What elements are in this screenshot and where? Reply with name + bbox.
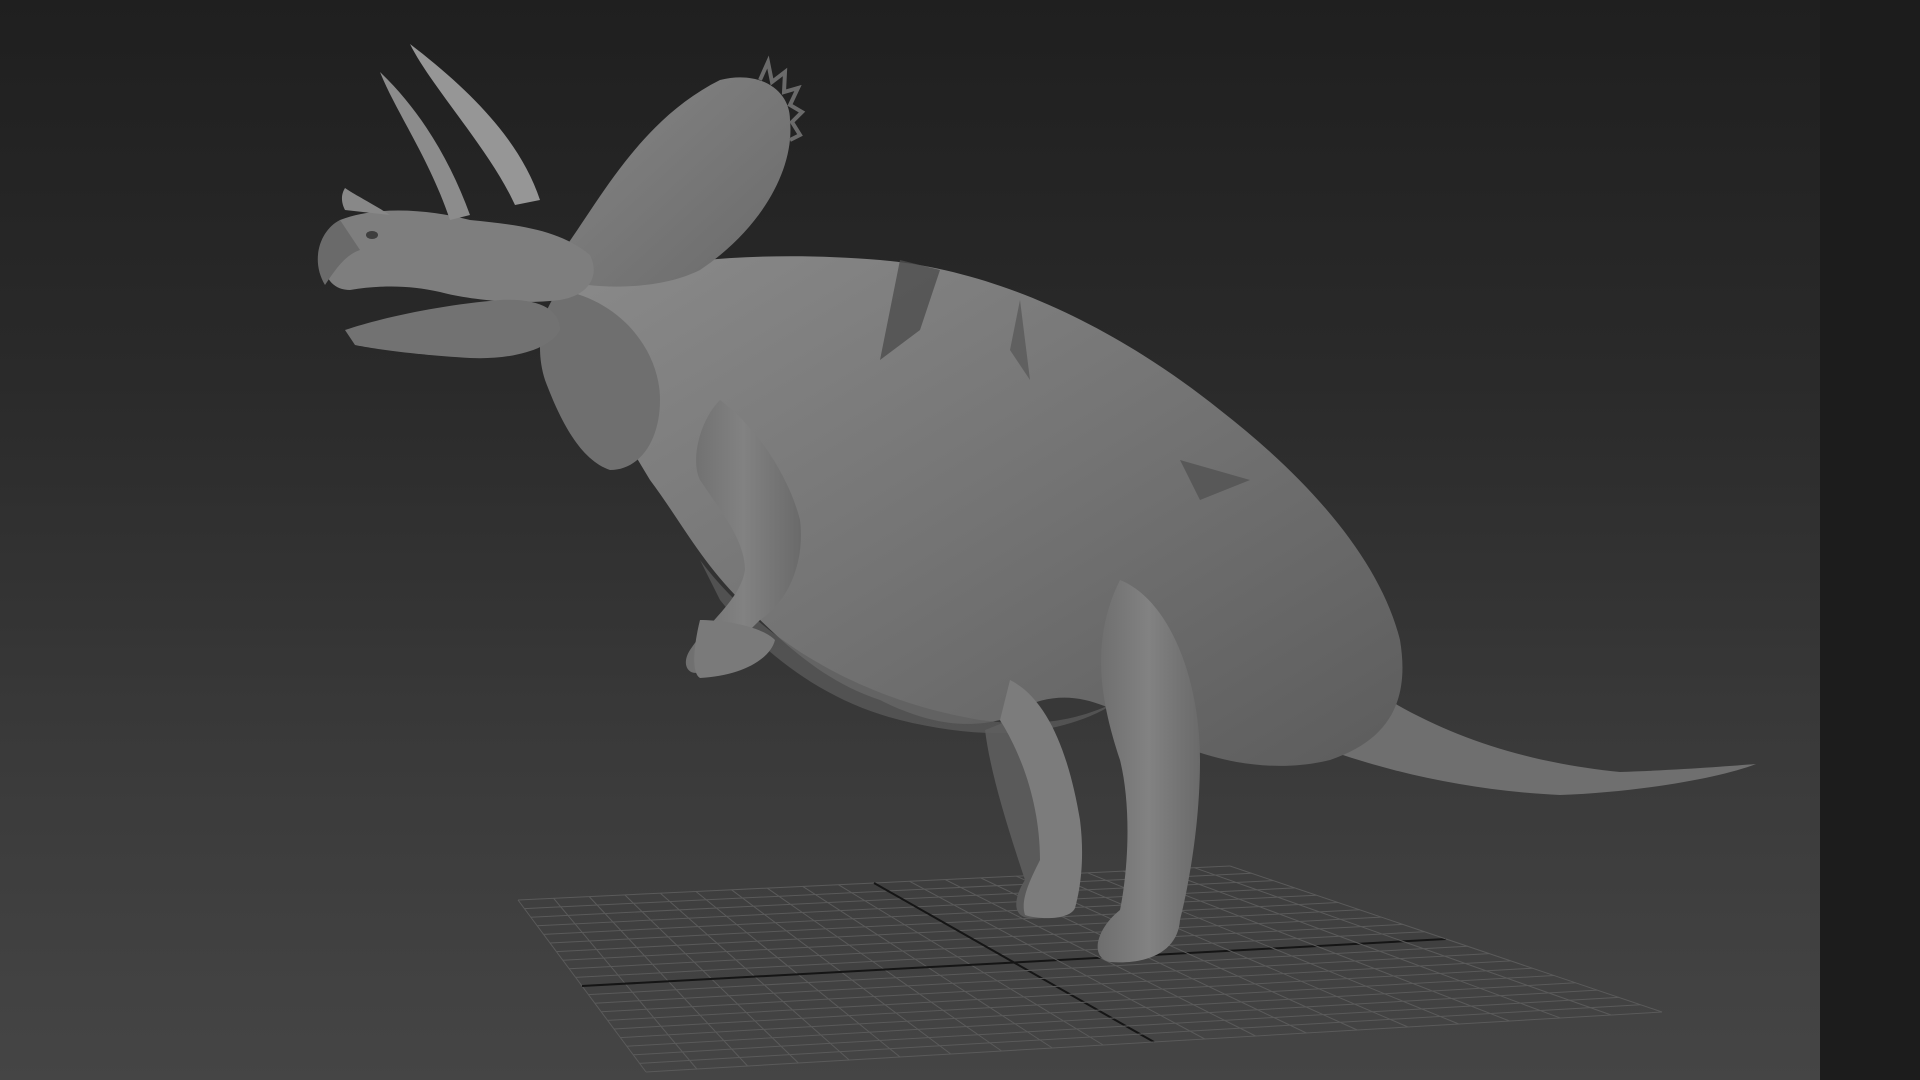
ground-grid	[517, 865, 1663, 1073]
viewport-scene[interactable]	[0, 0, 1820, 1080]
grid-line	[1158, 868, 1561, 1019]
model-eye	[366, 231, 378, 239]
grid-line	[645, 1011, 1663, 1073]
side-panel	[1820, 0, 1920, 1080]
model-frill[interactable]	[560, 77, 791, 287]
model-body[interactable]	[560, 256, 1403, 766]
model-brow-horn-2[interactable]	[410, 44, 540, 205]
grid-line	[633, 996, 1619, 1056]
3d-viewport[interactable]	[0, 0, 1820, 1080]
model-nose-horn[interactable]	[341, 188, 390, 215]
triceratops-model[interactable]	[317, 44, 1756, 963]
model-lower-jaw[interactable]	[345, 299, 560, 359]
model-head[interactable]	[325, 210, 594, 303]
grid-line	[639, 1004, 1641, 1064]
